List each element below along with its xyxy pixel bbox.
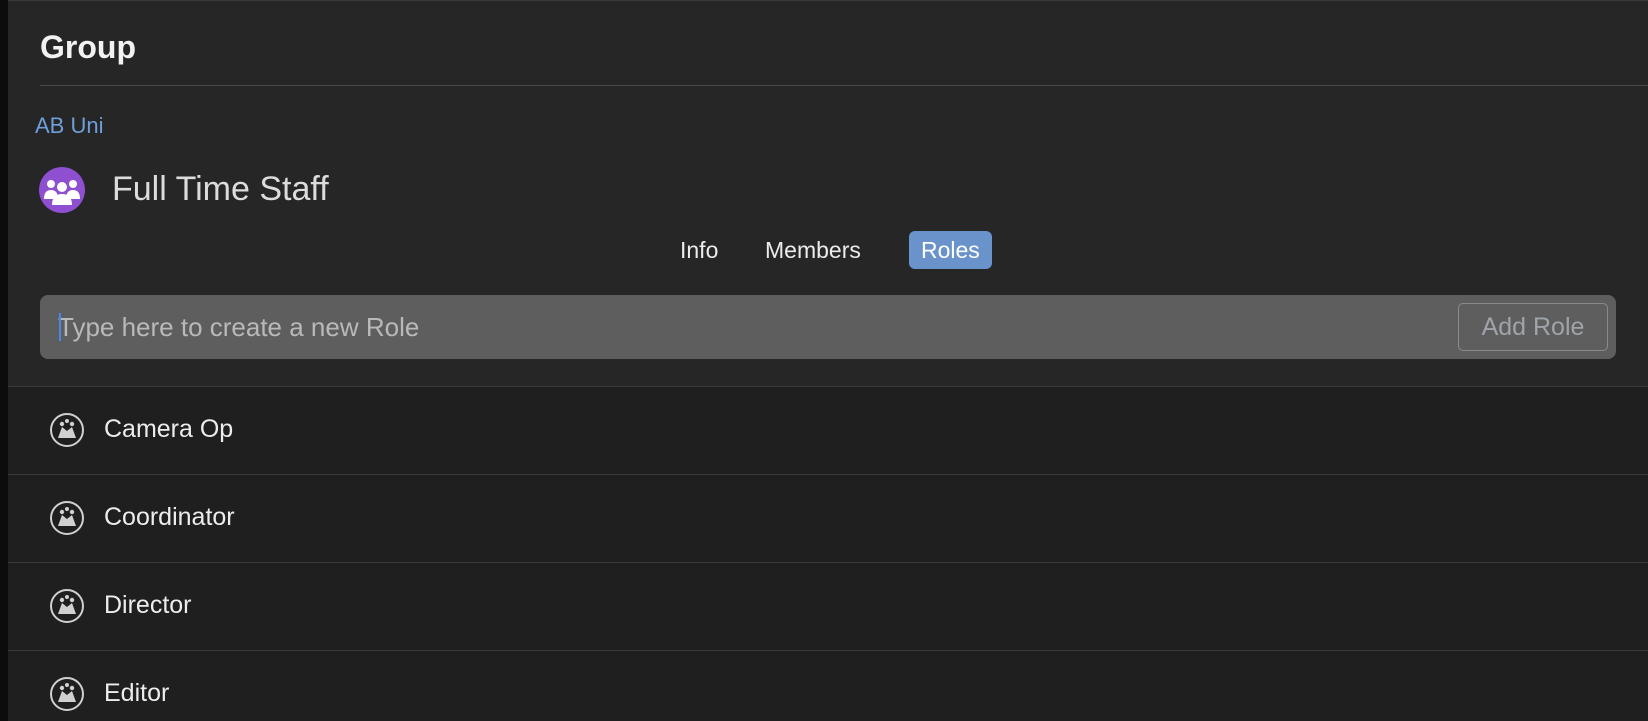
role-label: Coordinator <box>104 503 235 531</box>
group-name: Full Time Staff <box>112 170 329 208</box>
theater-masks-icon <box>50 413 84 447</box>
breadcrumb-parent-link[interactable]: AB Uni <box>35 113 103 139</box>
theater-masks-icon <box>50 589 84 623</box>
add-role-button[interactable]: Add Role <box>1458 303 1608 351</box>
list-item-role[interactable]: Director <box>8 563 1648 651</box>
people-group-icon <box>39 167 85 213</box>
text-caret <box>59 313 61 341</box>
group-header: Group AB Uni Full Time Staff Info Member… <box>8 1 1648 387</box>
tab-roles[interactable]: Roles <box>909 231 992 269</box>
tab-bar: Info Members Roles <box>8 231 1648 269</box>
list-item-role[interactable]: Coordinator <box>8 475 1648 563</box>
list-item-role[interactable]: Camera Op <box>8 387 1648 475</box>
tab-members[interactable]: Members <box>753 231 873 269</box>
theater-masks-icon <box>50 677 84 711</box>
role-label: Editor <box>104 679 170 707</box>
role-label: Director <box>104 591 192 619</box>
tab-info[interactable]: Info <box>668 231 730 269</box>
role-list: Camera Op Coordinator Director Editor <box>8 387 1648 721</box>
group-window: Group AB Uni Full Time Staff Info Member… <box>8 0 1648 721</box>
list-item-role[interactable]: Editor <box>8 651 1648 721</box>
page-title: Group <box>40 29 136 65</box>
new-role-bar: Add Role <box>40 295 1616 359</box>
new-role-input[interactable] <box>58 295 1428 359</box>
title-divider <box>40 85 1648 86</box>
role-label: Camera Op <box>104 415 234 443</box>
theater-masks-icon <box>50 501 84 535</box>
